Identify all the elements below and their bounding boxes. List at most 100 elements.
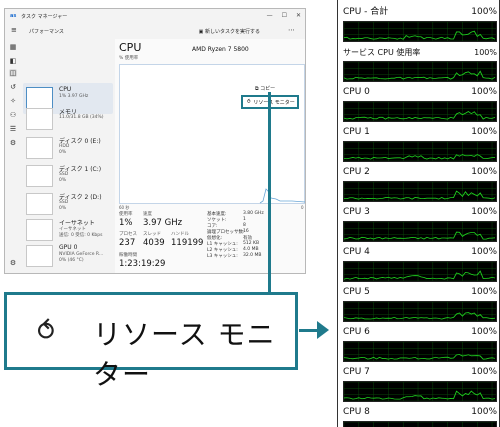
resource-monitor-icon: ⥀	[37, 317, 55, 347]
cpu-detail-panel: CPU AMD Ryzen 7 5800 % 使用率 60 秒 0 使用率 1%…	[115, 39, 305, 273]
connector-line	[268, 92, 271, 294]
cpu-graph	[343, 101, 497, 122]
services-icon[interactable]: ⚙	[9, 139, 17, 147]
cpu-usage-line	[344, 270, 496, 280]
nav-rail: ▦ ◫ ◧ ↺ ✧ ⚇ ☰ ⚙ ⚙	[5, 39, 21, 273]
cpu-graph	[343, 181, 497, 202]
cpu-usage-line	[344, 190, 496, 200]
window-title: タスク マネージャー	[21, 13, 68, 20]
cpu-row: CPU 1 100%	[343, 127, 497, 162]
device-item-gpu[interactable]: GPU 0 NVIDIA GeForce R... 0% (46 °C)	[23, 241, 113, 272]
cpu-name: CPU 1	[343, 127, 370, 137]
startup-icon[interactable]: ✧	[9, 97, 17, 105]
cpu-row: CPU 5 100%	[343, 287, 497, 322]
cpu-row: CPU 8 100%	[343, 407, 497, 427]
cpu-name: CPU 0	[343, 87, 370, 97]
device-item-disk-0[interactable]: ディスク 0 (E:) HDD 0%	[23, 133, 113, 164]
cpu-row-header: CPU 6 100%	[343, 327, 497, 338]
cpu-name: CPU 4	[343, 247, 370, 257]
cpu-row: CPU 2 100%	[343, 167, 497, 202]
details-icon[interactable]: ☰	[9, 125, 17, 133]
cpu-graph	[343, 141, 497, 162]
resource-monitor-icon: ⥀	[247, 99, 251, 105]
cpu-row-header: CPU 8 100%	[343, 407, 497, 418]
cpu-percent: 100%	[471, 247, 497, 257]
minimize-icon[interactable]: —	[267, 12, 273, 19]
cpu-name: サービス CPU 使用率	[343, 48, 421, 57]
cpu-row: CPU 7 100%	[343, 367, 497, 402]
spec-value: 8	[243, 223, 246, 228]
disk-thumbnail	[26, 137, 53, 159]
spec-value: 512 KB	[243, 241, 260, 246]
cpu-percent: 100%	[471, 287, 497, 297]
close-icon[interactable]: ✕	[296, 12, 301, 19]
cpu-name: CPU 6	[343, 327, 370, 337]
device-item-disk-1[interactable]: ディスク 1 (C:) SSD 0%	[23, 161, 113, 192]
cpu-row: CPU - 合計 100%	[343, 7, 497, 42]
cpu-row: CPU 6 100%	[343, 327, 497, 362]
device-name: CPU	[59, 86, 72, 93]
spec-value: 16	[243, 229, 249, 234]
cpu-row-header: CPU 5 100%	[343, 287, 497, 298]
cpu-graph-svg	[344, 222, 496, 241]
cpu-graph	[343, 381, 497, 402]
cpu-row-header: CPU 7 100%	[343, 367, 497, 378]
cpu-row-header: CPU 1 100%	[343, 127, 497, 138]
device-sub: 1% 3.97 GHz	[59, 94, 89, 99]
title-bar: as タスク マネージャー — ☐ ✕	[5, 9, 305, 23]
more-options-icon[interactable]: ⋯	[288, 26, 295, 34]
cpu-graph-svg	[344, 182, 496, 201]
cpu-graph-svg	[344, 262, 496, 281]
cpu-percent: 100%	[471, 407, 497, 417]
resource-monitor-callout: ⥀ リソース モニター	[4, 292, 298, 391]
cpu-percent: 100%	[471, 87, 497, 97]
cpu-usage-line	[344, 30, 496, 40]
cpu-row-header: CPU 0 100%	[343, 87, 497, 98]
usage-label: 使用率	[119, 212, 133, 217]
cpu-row-header: CPU 3 100%	[343, 207, 497, 218]
device-item-memory[interactable]: メモリ 11.0/31.8 GB (34%)	[23, 104, 113, 135]
device-sub: NVIDIA GeForce R...	[59, 252, 104, 257]
new-task-button[interactable]: ▣ 新しいタスクを実行する	[199, 28, 260, 35]
utilization-label: % 使用率	[119, 56, 139, 61]
cpu-name: CPU - 合計	[343, 7, 389, 17]
cpu-row-header: CPU 2 100%	[343, 167, 497, 178]
copy-menu-item[interactable]: ⧉ コピー	[255, 85, 275, 92]
history-icon[interactable]: ↺	[9, 83, 17, 91]
arrow-head-icon	[317, 321, 329, 339]
thread-value: 4039	[143, 238, 165, 248]
cpu-row: CPU 0 100%	[343, 87, 497, 122]
process-label: プロセス	[119, 232, 137, 237]
device-sub: SSD	[59, 200, 69, 205]
device-sub: 11.0/31.8 GB (34%)	[59, 115, 104, 120]
device-sub: SSD	[59, 172, 69, 177]
resource-monitor-label: リソース モニター	[253, 99, 295, 106]
app-history-icon[interactable]: ◧	[9, 57, 17, 65]
cpu-graph-svg	[259, 188, 305, 204]
processes-icon[interactable]: ▦	[9, 43, 17, 51]
cpu-percent: 100%	[471, 127, 497, 137]
handle-value: 119199	[171, 238, 204, 248]
nav-bar: ≡ パフォーマンス ▣ 新しいタスクを実行する ⋯	[5, 23, 305, 39]
cpu-graph-svg	[344, 102, 496, 121]
device-sub: HDD	[59, 144, 70, 149]
menu-icon[interactable]: ≡	[11, 27, 17, 34]
memory-thumbnail	[26, 108, 53, 130]
cpu-usage-graph	[119, 64, 305, 204]
device-list: CPU 1% 3.97 GHz メモリ 11.0/31.8 GB (34%) デ…	[21, 39, 114, 273]
cpu-model: AMD Ryzen 7 5800	[192, 46, 249, 53]
cpu-percent: 100%	[471, 207, 497, 217]
spec-value: 32.0 MB	[243, 253, 262, 258]
performance-icon[interactable]: ◫	[9, 69, 17, 77]
cpu-usage-line	[344, 111, 496, 120]
cpu-graph	[343, 221, 497, 242]
cpu-graph	[343, 61, 497, 82]
users-icon[interactable]: ⚇	[9, 111, 17, 119]
cpu-graph-svg	[344, 142, 496, 161]
cpu-graph-svg	[344, 382, 496, 401]
cpu-graph-svg	[344, 342, 496, 361]
maximize-icon[interactable]: ☐	[282, 12, 287, 19]
settings-icon[interactable]: ⚙	[9, 259, 17, 267]
device-sub: 送信: 0 受信: 0 Kbps	[59, 233, 103, 238]
cpu-row: サービス CPU 使用率 100%	[343, 47, 497, 82]
